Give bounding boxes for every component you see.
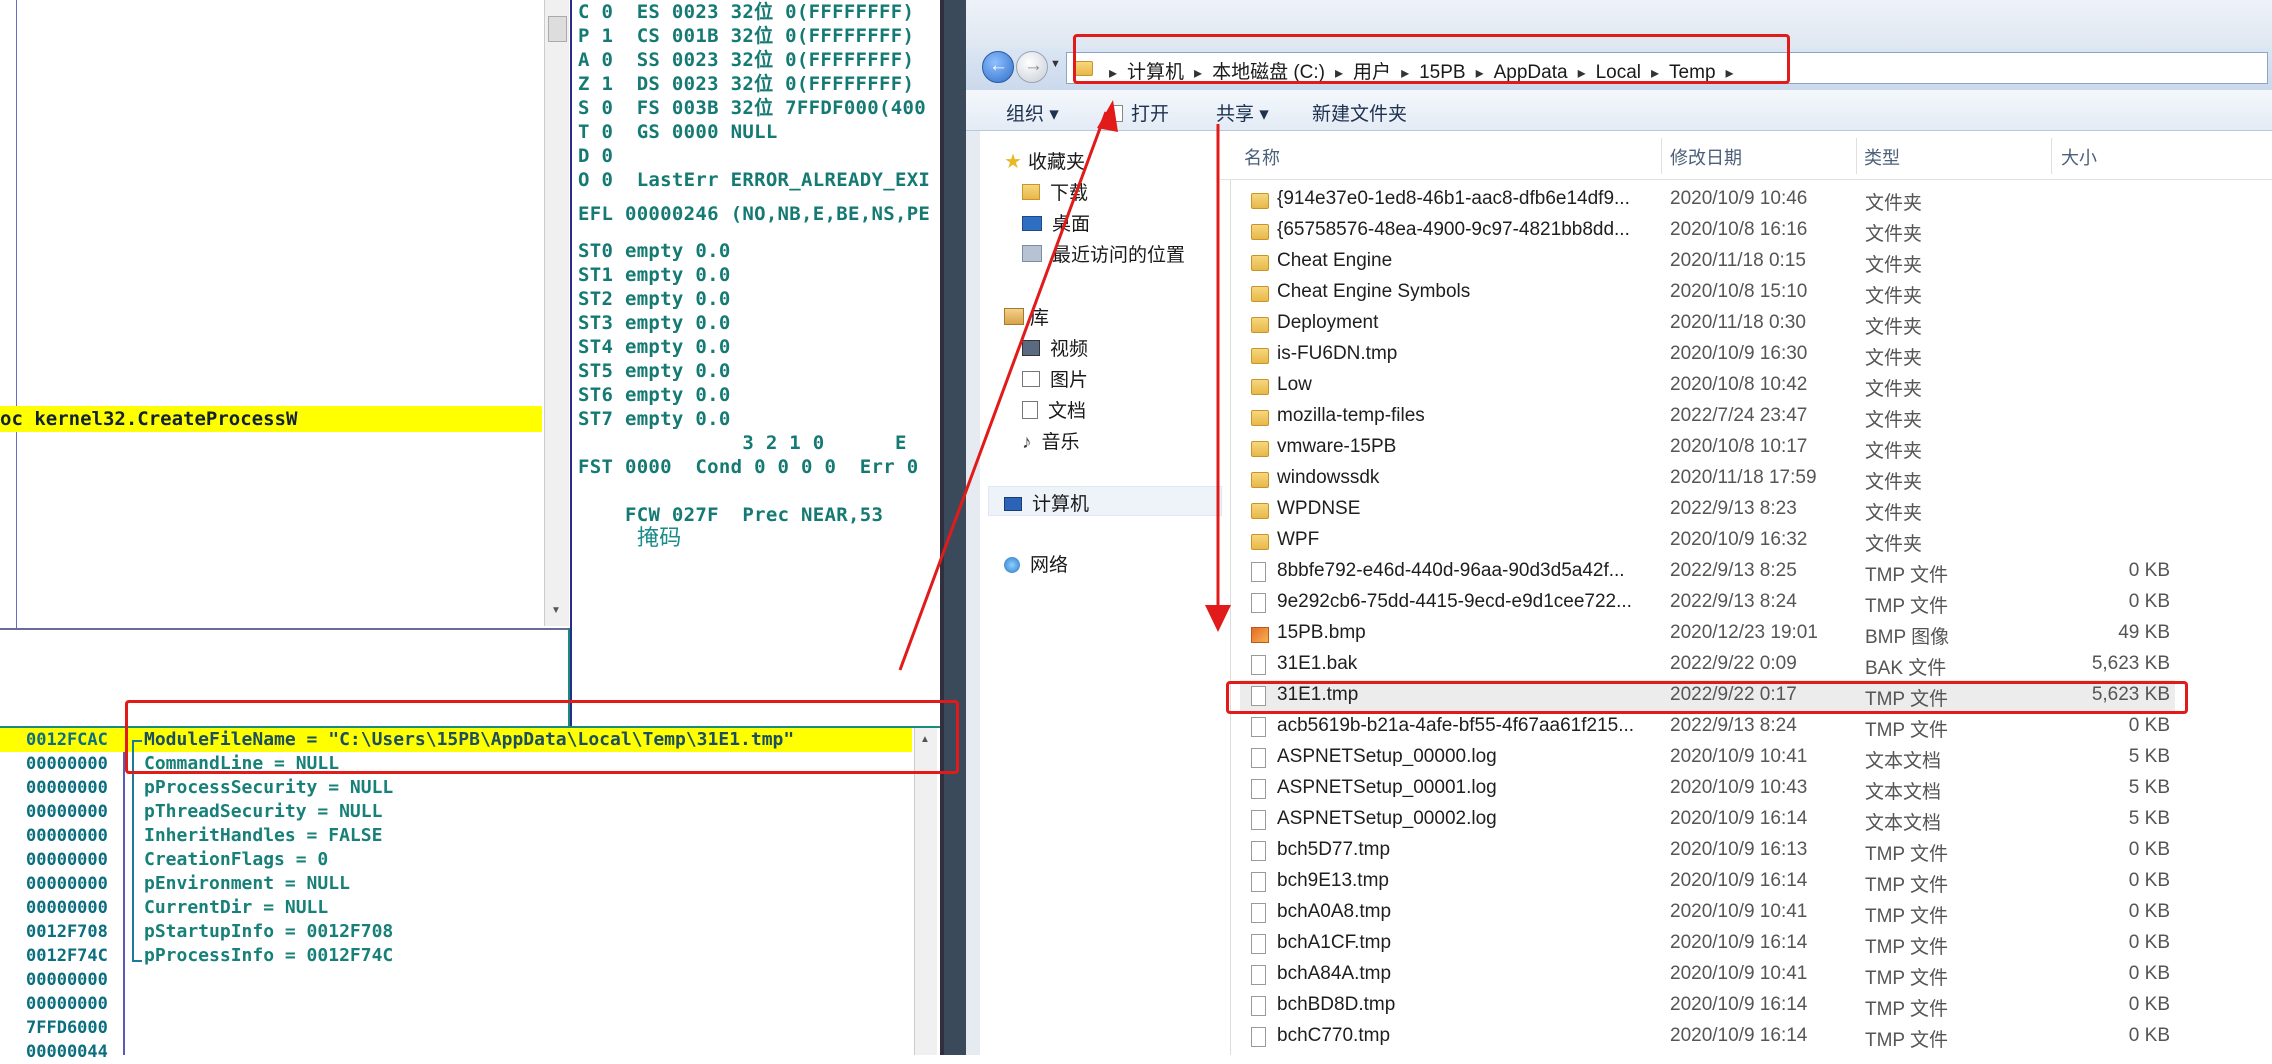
annotation-arrows [898, 100, 1231, 671]
arrow-head-vertical [1205, 605, 1231, 632]
arrow-line-diagonal [898, 111, 1108, 671]
arrow-head-diagonal [1097, 100, 1118, 132]
